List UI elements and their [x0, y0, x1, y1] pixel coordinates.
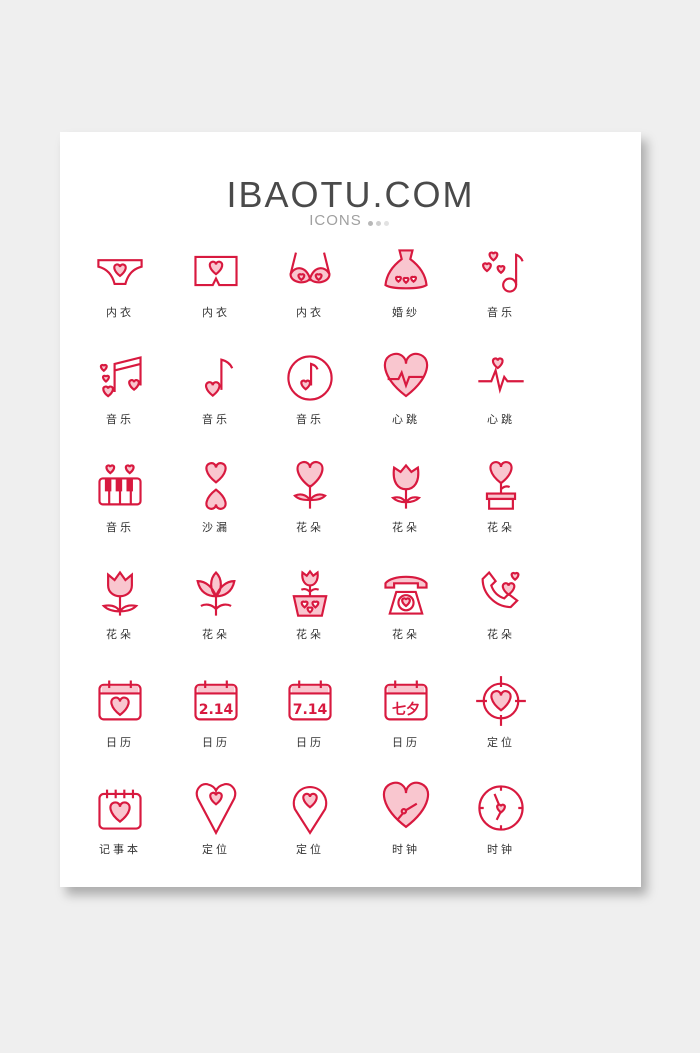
music-note-hearts-icon	[482, 251, 524, 293]
icon-item[interactable]: 花朵	[358, 566, 454, 642]
icon-item[interactable]: 时钟	[358, 781, 454, 857]
page-subtitle: ICONS	[60, 212, 641, 230]
icon-item[interactable]: 七夕 日历	[358, 674, 454, 750]
icon-item[interactable]: 音乐	[72, 459, 168, 535]
icon-label: 音乐	[296, 413, 324, 426]
heartbeat-line-icon	[478, 357, 524, 394]
heart-clock-icon	[382, 781, 430, 829]
icon-label: 定位	[296, 843, 324, 856]
double-music-note-icon	[99, 356, 142, 398]
calendar-date-icon: 2.14	[194, 680, 238, 721]
icon-label: 婚纱	[392, 306, 420, 319]
icon-label: 音乐	[106, 413, 134, 426]
icon-item[interactable]: 花朵	[262, 459, 358, 535]
icon-label: 花朵	[392, 628, 420, 641]
icon-label: 花朵	[296, 628, 324, 641]
icon-item[interactable]: 定位	[168, 781, 264, 857]
icon-item[interactable]: 音乐	[72, 351, 168, 427]
music-disc-icon	[287, 355, 333, 401]
icon-item[interactable]: 心跳	[358, 351, 454, 427]
icon-label: 心跳	[392, 413, 420, 426]
icon-item[interactable]: 7.14 日历	[262, 674, 358, 750]
icon-item[interactable]: 时钟	[453, 781, 549, 857]
icon-label: 记事本	[99, 843, 141, 856]
hourglass-icon	[205, 462, 227, 510]
icon-item[interactable]: 花朵	[358, 459, 454, 535]
rose-icon	[390, 463, 422, 509]
icon-label: 内衣	[202, 306, 230, 319]
target-heart-icon	[476, 676, 526, 726]
icon-label: 时钟	[392, 843, 420, 856]
icon-label: 时钟	[487, 843, 515, 856]
page-title: IBAOTU.COM	[226, 174, 475, 215]
heartbeat-heart-icon	[383, 352, 429, 398]
icon-label: 音乐	[487, 306, 515, 319]
phone-call-icon	[481, 570, 520, 609]
icon-item[interactable]: 花朵	[168, 566, 264, 642]
icon-item[interactable]: 定位	[262, 781, 358, 857]
clock-icon	[478, 785, 524, 831]
potted-heart-icon	[485, 460, 517, 510]
svg-text:2.14: 2.14	[199, 702, 234, 718]
icon-label: 沙漏	[202, 521, 230, 534]
icon-label: 花朵	[106, 628, 134, 641]
icon-label: 花朵	[392, 521, 420, 534]
icon-item[interactable]: 婚纱	[358, 244, 454, 320]
icon-label: 花朵	[296, 521, 324, 534]
bra-icon	[289, 252, 331, 284]
potted-rose-icon	[292, 569, 328, 617]
icon-item[interactable]: 音乐	[453, 244, 549, 320]
icon-label: 日历	[296, 736, 324, 749]
icon-sheet-card: IBAOTU.COM ICONS 内衣 内衣 内衣 婚纱 音乐 音乐 音乐 音乐 心跳 心跳 音乐沙…	[60, 132, 641, 887]
tulip-icon	[101, 570, 139, 616]
icon-label: 音乐	[106, 521, 134, 534]
location-pin-icon	[292, 786, 328, 835]
icon-item[interactable]: 定位	[453, 674, 549, 750]
icon-item[interactable]: 花朵	[262, 566, 358, 642]
notebook-icon	[98, 789, 142, 830]
heart-flower-icon	[293, 460, 327, 509]
calendar-date-icon: 七夕	[384, 680, 428, 721]
icon-label: 花朵	[487, 521, 515, 534]
icon-label: 日历	[202, 736, 230, 749]
icon-item[interactable]: 2.14 日历	[168, 674, 264, 750]
icon-item[interactable]: 沙漏	[168, 459, 264, 535]
icon-label: 心跳	[487, 413, 515, 426]
calendar-heart-icon	[98, 680, 142, 721]
icon-label: 花朵	[487, 628, 515, 641]
icon-item[interactable]: 花朵	[72, 566, 168, 642]
lotus-icon	[196, 570, 236, 616]
icon-label: 定位	[487, 736, 515, 749]
icon-item[interactable]: 内衣	[72, 244, 168, 320]
icon-item[interactable]: 内衣	[168, 244, 264, 320]
icon-label: 定位	[202, 843, 230, 856]
wedding-dress-icon	[384, 249, 428, 290]
icon-item[interactable]: 花朵	[453, 566, 549, 642]
icon-item[interactable]: 音乐	[262, 351, 358, 427]
icon-item[interactable]: 日历	[72, 674, 168, 750]
subtitle-text: ICONS	[309, 212, 362, 229]
svg-text:7.14: 7.14	[293, 702, 328, 718]
icon-label: 内衣	[106, 306, 134, 319]
telephone-icon	[384, 575, 428, 615]
icon-item[interactable]: 音乐	[168, 351, 264, 427]
icon-item[interactable]: 记事本	[72, 781, 168, 857]
icon-label: 花朵	[202, 628, 230, 641]
svg-text:七夕: 七夕	[392, 701, 420, 718]
boxers-icon	[194, 255, 238, 287]
piano-icon	[98, 464, 142, 506]
music-note-heart-icon	[204, 358, 234, 397]
briefs-icon	[97, 259, 143, 286]
icon-item[interactable]: 内衣	[262, 244, 358, 320]
icon-label: 日历	[106, 736, 134, 749]
icon-label: 内衣	[296, 306, 324, 319]
icon-item[interactable]: 花朵	[453, 459, 549, 535]
icon-item[interactable]: 心跳	[453, 351, 549, 427]
calendar-date-icon: 7.14	[288, 680, 332, 721]
dots-decoration	[367, 213, 392, 230]
heart-pin-icon	[195, 783, 237, 835]
icon-label: 音乐	[202, 413, 230, 426]
icon-label: 日历	[392, 736, 420, 749]
